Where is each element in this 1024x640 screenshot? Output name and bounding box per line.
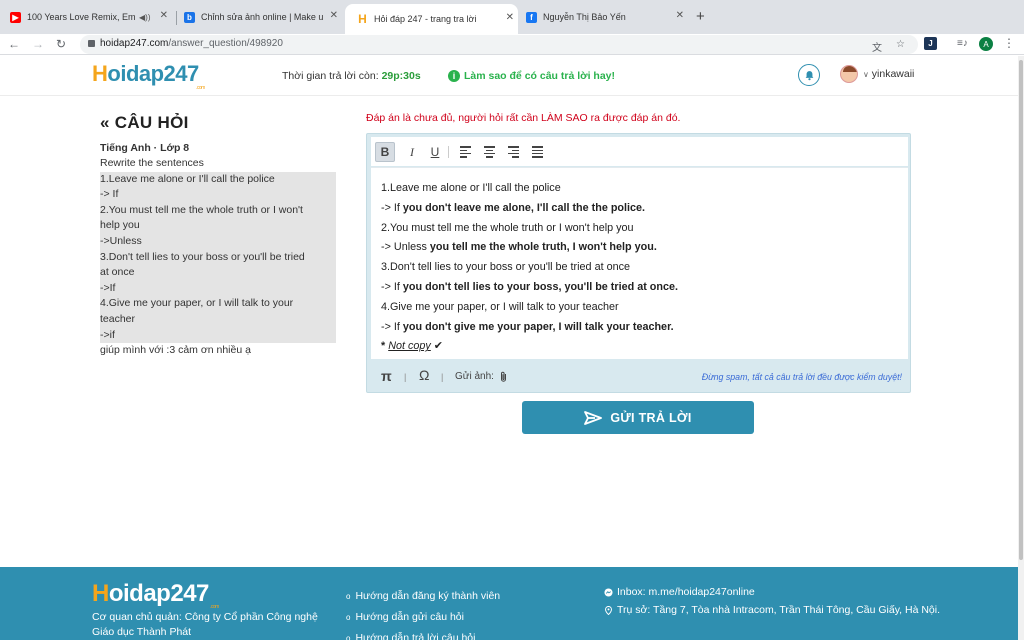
- tab-title: Hỏi đáp 247 - trang tra lời: [374, 14, 477, 24]
- toolbar-separator: [448, 146, 449, 158]
- tab-title: 100 Years Love Remix, Em: [27, 12, 135, 22]
- spam-notice: Đừng spam, tất cả câu trả lời đều được k…: [701, 372, 902, 382]
- back-icon[interactable]: ←: [8, 37, 20, 51]
- speaker-icon: ◀)): [139, 12, 151, 22]
- tab-separator: [176, 11, 177, 25]
- close-icon[interactable]: ✕: [676, 10, 684, 21]
- answer-timer: Thời gian trả lời còn: 29p:30s: [282, 70, 421, 82]
- question-line: giúp mình với :3 cảm ơn nhiều ạ: [100, 344, 251, 357]
- location-pin-icon: [605, 606, 612, 615]
- lock-icon: [88, 40, 95, 47]
- facebook-icon: f: [526, 11, 537, 23]
- user-avatar[interactable]: [840, 65, 858, 83]
- question-line: 1.Leave me alone or I'll call the police: [100, 171, 336, 188]
- question-line: -> If: [100, 187, 336, 203]
- question-heading: « CÂU HỎI: [100, 113, 189, 132]
- send-image-label: Gửi ảnh:: [455, 371, 494, 382]
- site-logo[interactable]: Hoidap247 .com: [92, 61, 205, 91]
- tab-title: Chỉnh sửa ảnh online | Make u: [201, 12, 324, 22]
- translate-icon[interactable]: 文: [872, 39, 882, 54]
- bold-button[interactable]: B: [375, 142, 395, 162]
- tab-title: Nguyễn Thị Bảo Yến: [543, 12, 626, 22]
- math-formula-button[interactable]: π: [381, 368, 392, 384]
- footer-logo[interactable]: Hoidap247 .com: [92, 580, 219, 610]
- question-line: help you: [100, 218, 336, 234]
- answer-textarea[interactable]: 1.Leave me alone or I'll call the police…: [371, 167, 908, 359]
- editor-footer: π | Ω | Gửi ảnh: Đừng spam, tất cả câu t…: [371, 362, 908, 390]
- footer-inbox[interactable]: Inbox: m.me/hoidap247online: [617, 585, 755, 600]
- answer-warning: Đáp án là chưa đủ, người hỏi rất cần LÀM…: [366, 112, 681, 124]
- check-icon: ✔: [430, 340, 443, 353]
- align-center-icon[interactable]: [479, 142, 499, 162]
- footer-link-register-guide[interactable]: Hướng dẫn đăng ký thành viên: [346, 586, 500, 607]
- info-icon: i: [448, 70, 460, 82]
- new-tab-icon[interactable]: +: [696, 8, 705, 25]
- close-icon[interactable]: ✕: [160, 10, 168, 21]
- question-line: at once: [100, 265, 336, 281]
- question-line: 2.You must tell me the whole truth or I …: [100, 202, 336, 219]
- forward-icon[interactable]: →: [32, 37, 44, 51]
- close-icon[interactable]: ✕: [506, 12, 514, 23]
- hoidap-icon: H: [357, 12, 368, 26]
- notification-bell-icon[interactable]: [798, 64, 820, 86]
- tab-youtube[interactable]: ▶ 100 Years Love Remix, Em ◀)) ✕: [10, 6, 172, 28]
- footer-link-ask-guide[interactable]: Hướng dẫn gửi câu hỏi: [346, 607, 500, 628]
- toolbar-separator: |: [404, 372, 407, 382]
- toolbar-separator: |: [441, 372, 444, 382]
- profile-avatar[interactable]: A: [979, 37, 993, 51]
- question-line: ->If: [100, 280, 336, 297]
- question-line: teacher: [100, 311, 336, 328]
- site-footer: Hoidap247 .com Cơ quan chủ quản: Công ty…: [0, 567, 1018, 640]
- tab-hoidap[interactable]: H Hỏi đáp 247 - trang tra lời ✕: [345, 4, 518, 34]
- reload-icon[interactable]: ↻: [56, 37, 66, 51]
- chevron-down-icon: ∨: [863, 70, 869, 79]
- question-line: ->if: [100, 327, 336, 344]
- question-line: Rewrite the sentences: [100, 157, 204, 169]
- underline-button[interactable]: U: [425, 142, 445, 162]
- tab-photo-editor[interactable]: b Chỉnh sửa ảnh online | Make u ✕: [184, 6, 342, 28]
- send-icon: [584, 410, 603, 425]
- close-icon[interactable]: ✕: [330, 10, 338, 21]
- submit-answer-button[interactable]: GỬI TRẢ LỜI: [522, 401, 754, 434]
- question-line: ->Unless: [100, 233, 336, 250]
- photo-editor-icon: b: [184, 11, 195, 23]
- align-justify-icon[interactable]: [527, 142, 547, 162]
- youtube-icon: ▶: [10, 11, 21, 23]
- bookmark-star-icon[interactable]: ☆: [896, 39, 905, 50]
- answer-editor: B I U 1.Leave me alone or I'll call the …: [366, 133, 911, 393]
- extension-icon[interactable]: J: [924, 37, 937, 50]
- browser-toolbar: ← → ↻ hoidap247.com/answer_question/4989…: [0, 34, 1024, 55]
- question-line: 3.Don't tell lies to your boss or you'll…: [100, 249, 336, 266]
- media-control-icon[interactable]: ≡♪: [957, 38, 968, 49]
- answer-content: 1.Leave me alone or I'll call the police…: [381, 182, 679, 353]
- question-subject: Tiếng Anh · Lớp 8: [100, 142, 190, 154]
- footer-organization: Cơ quan chủ quản: Công ty Cổ phần Công n…: [92, 611, 318, 638]
- question-body: Rewrite the sentences 1.Leave me alone or…: [100, 156, 336, 359]
- answer-tips-link[interactable]: i Làm sao để có câu trả lời hay!: [448, 70, 615, 82]
- align-right-icon[interactable]: [503, 142, 523, 162]
- footer-contact: Inbox: m.me/hoidap247online Trụ sở: Tầng…: [604, 585, 944, 621]
- italic-button[interactable]: I: [402, 142, 422, 162]
- url-text[interactable]: hoidap247.com/answer_question/498920: [100, 38, 283, 49]
- question-line: 4.Give me your paper, or I will talk to …: [100, 296, 336, 312]
- paperclip-icon[interactable]: [499, 370, 508, 388]
- browser-menu-icon[interactable]: ⋮: [1003, 36, 1015, 50]
- scrollbar-thumb[interactable]: [1019, 60, 1023, 560]
- user-menu[interactable]: ∨ yinkawaii: [863, 68, 914, 80]
- messenger-icon: [604, 588, 613, 597]
- footer-links: Hướng dẫn đăng ký thành viên Hướng dẫn g…: [346, 586, 500, 640]
- tab-facebook[interactable]: f Nguyễn Thị Bảo Yến ✕: [526, 6, 688, 28]
- align-left-icon[interactable]: [455, 142, 475, 162]
- footer-link-answer-guide[interactable]: Hướng dẫn trả lời câu hỏi: [346, 628, 500, 640]
- browser-tab-strip: ▶ 100 Years Love Remix, Em ◀)) ✕ b Chỉnh…: [0, 0, 1024, 34]
- footer-address: Trụ sở: Tầng 7, Tòa nhà Intracom, Trần T…: [617, 604, 941, 616]
- address-bar[interactable]: hoidap247.com/answer_question/498920 文 ☆: [80, 35, 918, 54]
- editor-toolbar: B I U: [371, 137, 908, 166]
- special-character-button[interactable]: Ω: [419, 367, 429, 383]
- site-header: Hoidap247 .com Thời gian trả lời còn: 29…: [0, 56, 1018, 96]
